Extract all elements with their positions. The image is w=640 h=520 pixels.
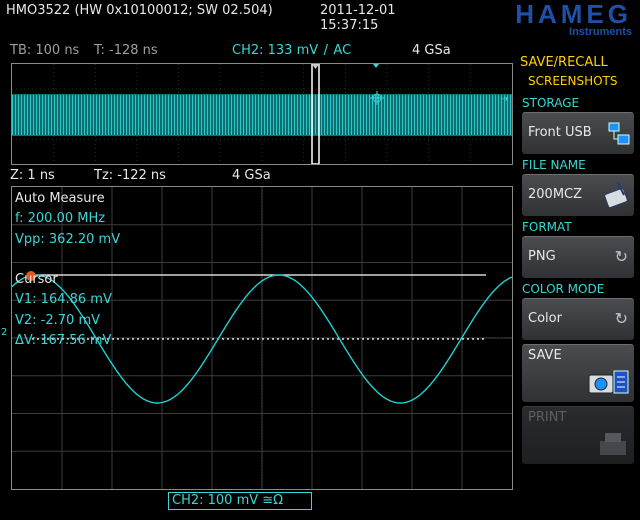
save-button[interactable]: SAVE xyxy=(522,344,634,402)
overview-panel[interactable]: ⇢ xyxy=(11,63,513,165)
print-button[interactable]: PRINT xyxy=(522,406,634,464)
trigger-time-label: T: -128 ns xyxy=(94,43,158,58)
filename-button[interactable]: 200MCZ xyxy=(522,174,634,216)
camera-save-icon xyxy=(588,370,629,394)
cursor-v2: V2: -2.70 mV xyxy=(15,313,101,328)
overview-channel-arrow-icon: ⇢ xyxy=(500,94,508,105)
auto-measure-title: Auto Measure xyxy=(15,191,105,206)
overview-svg: ⇢ xyxy=(12,63,512,165)
trigger-pos-marker xyxy=(312,64,319,69)
date-label: 2011-12-01 xyxy=(320,3,396,18)
timebase-label: TB: 100 ns xyxy=(10,43,80,58)
format-value: PNG xyxy=(528,249,556,264)
trigger-level-marker xyxy=(373,64,379,68)
storage-value: Front USB xyxy=(528,125,592,140)
format-button[interactable]: PNG ↻ xyxy=(522,236,634,278)
format-label: FORMAT xyxy=(522,220,572,234)
cycle-arrow-icon: ↻ xyxy=(614,309,628,328)
colormode-button[interactable]: Color ↻ xyxy=(522,298,634,340)
colormode-label: COLOR MODE xyxy=(522,282,605,296)
zoom-panel[interactable]: Auto Measure f: 200.00 MHz Vpp: 362.20 m… xyxy=(11,186,513,490)
colormode-value: Color xyxy=(528,311,562,326)
overview-waveform xyxy=(12,95,511,135)
zoom-time: Tz: -122 ns xyxy=(94,168,166,183)
channel-status-box[interactable]: CH2: 100 mV ≅Ω xyxy=(168,492,312,510)
save-label: SAVE xyxy=(528,348,562,363)
cursor-title: Cursor xyxy=(15,272,58,287)
menu-title: SAVE/RECALL xyxy=(520,55,608,70)
usb-folder-icon xyxy=(608,122,630,145)
keyboard-edit-icon xyxy=(604,182,628,208)
cursor-delta-v: ΔV: 167.56 mV xyxy=(15,333,112,348)
sample-rate: 4 GSa xyxy=(412,43,451,58)
cursor-v1: V1: 164.86 mV xyxy=(15,292,112,307)
channel-scale: CH2: 133 mV xyxy=(232,43,319,58)
printer-icon xyxy=(600,433,626,455)
menu-subtitle: SCREENSHOTS xyxy=(528,74,618,88)
brand-name: HAMEG xyxy=(515,0,632,29)
device-info: HMO3522 (HW 0x10100012; SW 02.504) xyxy=(6,3,273,18)
trigger-slope-icon: / xyxy=(322,43,330,58)
filename-value: 200MCZ xyxy=(528,187,583,202)
channel-setting: CH2: 133 mV / AC xyxy=(232,43,351,58)
time-label: 15:37:15 xyxy=(320,18,379,33)
filename-label: FILE NAME xyxy=(522,158,586,172)
channel-ground-marker: 2 xyxy=(1,327,8,338)
softkey-menu: SAVE/RECALL SCREENSHOTS STORAGE Front US… xyxy=(516,52,640,520)
storage-label: STORAGE xyxy=(522,96,580,110)
channel-coupling: AC xyxy=(333,43,352,58)
zoom-scale: Z: 1 ns xyxy=(10,168,55,183)
brand-logo: HAMEG Instruments xyxy=(452,0,632,38)
zoom-sample-rate: 4 GSa xyxy=(232,168,271,183)
measure-vpp: Vpp: 362.20 mV xyxy=(15,232,121,247)
measure-frequency: f: 200.00 MHz xyxy=(15,211,106,226)
cycle-arrow-icon: ↻ xyxy=(614,247,628,266)
storage-button[interactable]: Front USB xyxy=(522,112,634,154)
print-label: PRINT xyxy=(528,410,567,425)
